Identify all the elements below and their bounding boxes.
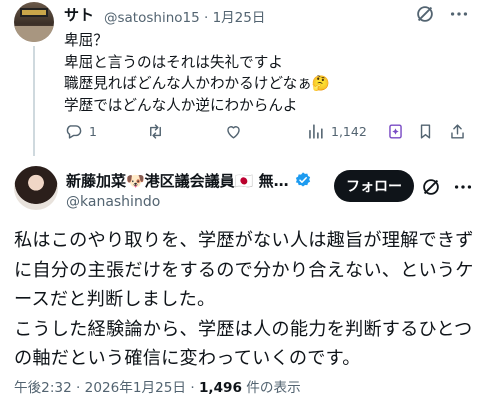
reply-icon — [66, 125, 82, 139]
views-button[interactable]: 1,142 — [306, 122, 367, 141]
tweet-line: 私はこのやり取りを、学歴がない人は趣旨が理解できず — [14, 230, 474, 251]
views-suffix: 件の表示 — [241, 380, 301, 396]
reply-tweet-text: 卑屈？ 卑屈と言うのはそれは失礼ですよ 職歴見ればどんな人かわかるけどなぁ🤔 学… — [64, 30, 330, 116]
bookmark-button[interactable] — [416, 122, 435, 141]
avatar[interactable] — [14, 166, 58, 210]
like-icon — [227, 126, 240, 139]
tweet-line: こうした経験論から、学歴は人の能力を判断するひとつ — [14, 318, 473, 340]
views-icon — [309, 124, 323, 139]
verified-badge-icon — [295, 172, 310, 187]
author-handle[interactable]: @kanashindo — [66, 194, 160, 210]
tweet-line: 学歴ではどんな人か逆にわからんよ — [64, 96, 298, 114]
tweet-line: 卑屈？ — [64, 32, 108, 49]
more-icon[interactable] — [452, 176, 474, 198]
tweet-line: 卑屈と言うのはそれは失礼ですよ — [64, 53, 283, 71]
share-icon — [451, 124, 464, 139]
author-name-row[interactable]: 新藤加菜🐶港区議会議員🇯🇵 無… — [66, 170, 312, 191]
thread-line — [33, 46, 35, 156]
views-value: 1,496 — [198, 380, 242, 396]
grok-icon — [389, 124, 402, 139]
follow-button[interactable]: フォロー — [334, 170, 414, 202]
like-button[interactable] — [224, 122, 249, 141]
main-tweet-text: 私はこのやり取りを、学歴がない人は趣旨が理解できず に自分の主張だけをするので分… — [14, 226, 474, 374]
tweet-actions: 1 1,142 — [64, 122, 470, 148]
tweet-line: ースだと判断しました。 — [14, 289, 216, 310]
share-button[interactable] — [448, 122, 467, 141]
tweet-line: に自分の主張だけをするので分かり合えない、というケ — [14, 259, 474, 281]
author-name[interactable]: サト — [64, 4, 94, 25]
retweet-button[interactable] — [146, 122, 171, 141]
tweet-meta: 午後2:32 · 2026年1月25日 · 1,496 件の表示 — [14, 376, 301, 396]
tweet-line: の軸だという確信に変わっていくのです。 — [14, 348, 361, 369]
bookmark-icon — [420, 124, 431, 139]
grok-button[interactable] — [386, 122, 405, 141]
author-name[interactable]: 新藤加菜🐶港区議会議員🇯🇵 無… — [66, 172, 289, 190]
retweet-icon — [150, 124, 161, 139]
more-icon[interactable] — [448, 3, 470, 25]
reply-button[interactable]: 1 — [64, 122, 97, 141]
reply-count: 1 — [89, 124, 97, 139]
views-count: 1,142 — [331, 124, 367, 139]
tweet-line: 職歴見ればどんな人かわかるけどなぁ🤔 — [64, 75, 330, 92]
author-handle-date[interactable]: @satoshino15 · 1月25日 — [104, 6, 265, 26]
timestamp[interactable]: 午後2:32 · 2026年1月25日 · — [14, 380, 199, 396]
grok-icon[interactable] — [414, 3, 436, 25]
grok-icon[interactable] — [420, 176, 442, 198]
avatar[interactable] — [14, 2, 54, 42]
